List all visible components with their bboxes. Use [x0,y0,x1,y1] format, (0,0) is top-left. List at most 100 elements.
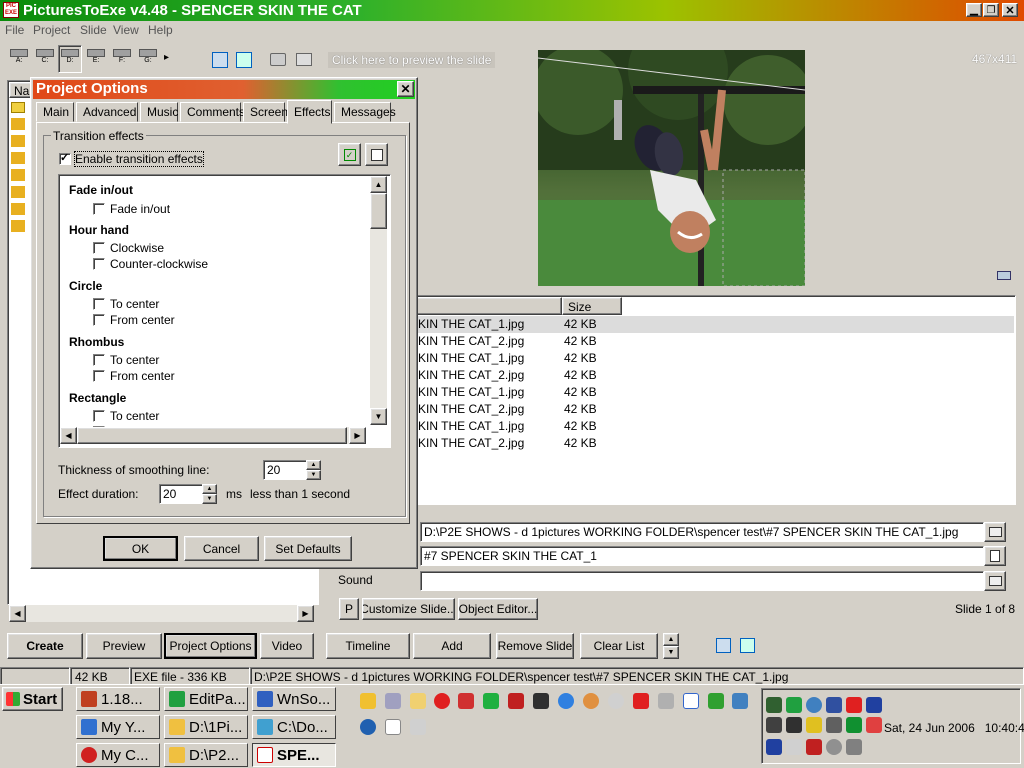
quick-launch-icon[interactable] [410,693,426,709]
preview-hint[interactable]: Click here to preview the slide [328,52,496,68]
folder-scroll-left[interactable]: ◀ [9,605,26,622]
dialog-close-button[interactable]: ✕ [397,81,414,97]
task-button-7[interactable]: My C... [76,743,160,767]
tab-messages[interactable]: Messages [334,102,396,122]
effect-checkbox[interactable] [93,410,105,422]
drive-e-button[interactable]: E: [85,46,107,72]
task-button-9-active[interactable]: SPE... [252,743,336,767]
tab-advanced[interactable]: Advanced [76,102,138,122]
list-row-selected[interactable]: KIN THE CAT_1.jpg 42 KB [418,316,1014,333]
create-button[interactable]: Create [7,633,83,659]
task-button-6[interactable]: C:\Do... [252,715,336,739]
remove-slide-button[interactable]: Remove Slide [496,633,574,659]
ok-button[interactable]: OK [103,536,178,561]
tray-icon[interactable] [786,697,802,713]
tab-main[interactable]: Main [36,102,74,122]
effect-checkbox[interactable] [93,203,105,215]
quick-launch-icon[interactable] [410,719,426,735]
timeline-button[interactable]: Timeline [326,633,410,659]
list-col-name[interactable] [412,297,562,315]
tab-music[interactable]: Music [140,102,178,122]
effects-hscroll-thumb[interactable] [77,427,347,444]
tray-icon[interactable] [846,697,862,713]
folder-open-icon[interactable] [270,53,286,66]
tab-comments[interactable]: Comments [180,102,245,122]
tray-icon[interactable] [806,697,822,713]
view-small-icon[interactable] [740,638,755,653]
task-button-2[interactable]: EditPa... [164,687,248,711]
task-button-5[interactable]: D:\1Pi... [164,715,248,739]
effect-checkbox[interactable] [93,242,105,254]
quick-launch-icon[interactable] [385,719,401,735]
slide-photo[interactable] [538,50,805,286]
quick-launch-icon[interactable] [483,693,499,709]
move-up-button[interactable]: ▲ [663,633,679,646]
task-button-8[interactable]: D:\P2... [164,743,248,767]
effect-checkbox[interactable] [93,258,105,270]
task-button-3[interactable]: WnSo... [252,687,336,711]
effect-label[interactable]: To center [110,353,159,367]
preview-button[interactable]: Preview [86,633,162,659]
duration-input[interactable]: 20 [159,484,203,504]
effect-label[interactable]: Counter-clockwise [110,257,208,271]
start-button[interactable]: Start [2,687,63,711]
customize-slide-button[interactable]: Customize Slide... [362,598,455,620]
minimize-button[interactable]: ▁ [966,3,982,17]
drive-a-button[interactable]: A: [8,46,30,72]
effects-hscroll-right[interactable]: ▶ [349,427,366,444]
tray-icon[interactable] [866,717,882,733]
effect-checkbox[interactable] [93,354,105,366]
effect-label[interactable]: From center [110,313,175,327]
quick-launch-icon[interactable] [458,693,474,709]
thickness-input[interactable]: 20 [263,460,307,480]
drive-c-button[interactable]: C: [34,46,56,72]
effect-label[interactable]: From center [110,369,175,383]
effect-label[interactable]: To center [110,297,159,311]
add-button[interactable]: Add [413,633,491,659]
quick-launch-icon[interactable] [360,693,376,709]
set-defaults-button[interactable]: Set Defaults [264,536,352,561]
printer-icon[interactable] [658,693,674,709]
tray-icon[interactable] [786,717,802,733]
task-button-1[interactable]: 1.18... [76,687,160,711]
restore-button[interactable]: ❐ [983,3,999,17]
sound-field[interactable] [420,571,984,591]
effect-checkbox[interactable] [93,370,105,382]
check-all-button[interactable]: ✓ [338,143,361,166]
menu-project[interactable]: Project [33,23,70,37]
tray-icon[interactable] [806,739,822,755]
effects-hscroll-left[interactable]: ◀ [60,427,77,444]
tray-icon[interactable] [766,739,782,755]
menu-help[interactable]: Help [148,23,173,37]
enable-transition-checkbox[interactable]: ✓ [59,152,71,165]
preview-monitor-icon[interactable] [997,271,1011,280]
effect-label[interactable]: Fade in/out [110,202,170,216]
tray-icon[interactable] [866,697,882,713]
duration-spin-up[interactable]: ▲ [202,484,217,494]
cancel-button[interactable]: Cancel [184,536,259,561]
quick-launch-icon[interactable] [583,693,599,709]
p-button[interactable]: P [339,598,359,620]
uncheck-all-button[interactable] [365,143,388,166]
tray-icon[interactable] [786,739,802,755]
folder-scroll-right[interactable]: ▶ [297,605,314,622]
effect-checkbox[interactable] [93,298,105,310]
quick-launch-icon[interactable] [558,693,574,709]
quick-launch-icon[interactable] [732,693,748,709]
comment-edit-button[interactable] [984,546,1006,566]
quick-launch-icon[interactable] [708,693,724,709]
folder-up-icon[interactable] [296,53,312,66]
tray-icon[interactable] [826,717,842,733]
duration-spin-down[interactable]: ▼ [202,494,217,504]
quick-launch-icon[interactable] [633,693,649,709]
project-options-button[interactable]: Project Options [164,633,257,659]
enable-transition-label[interactable]: Enable transition effects [74,151,204,167]
quick-launch-icon[interactable] [434,693,450,709]
thickness-spin-up[interactable]: ▲ [306,460,321,470]
menu-file[interactable]: File [5,23,24,37]
effect-label[interactable]: To center [110,409,159,423]
object-editor-button[interactable]: Object Editor... [458,598,538,620]
menu-slide[interactable]: Slide [80,23,107,37]
tray-icon[interactable] [846,717,862,733]
move-down-button[interactable]: ▼ [663,646,679,659]
